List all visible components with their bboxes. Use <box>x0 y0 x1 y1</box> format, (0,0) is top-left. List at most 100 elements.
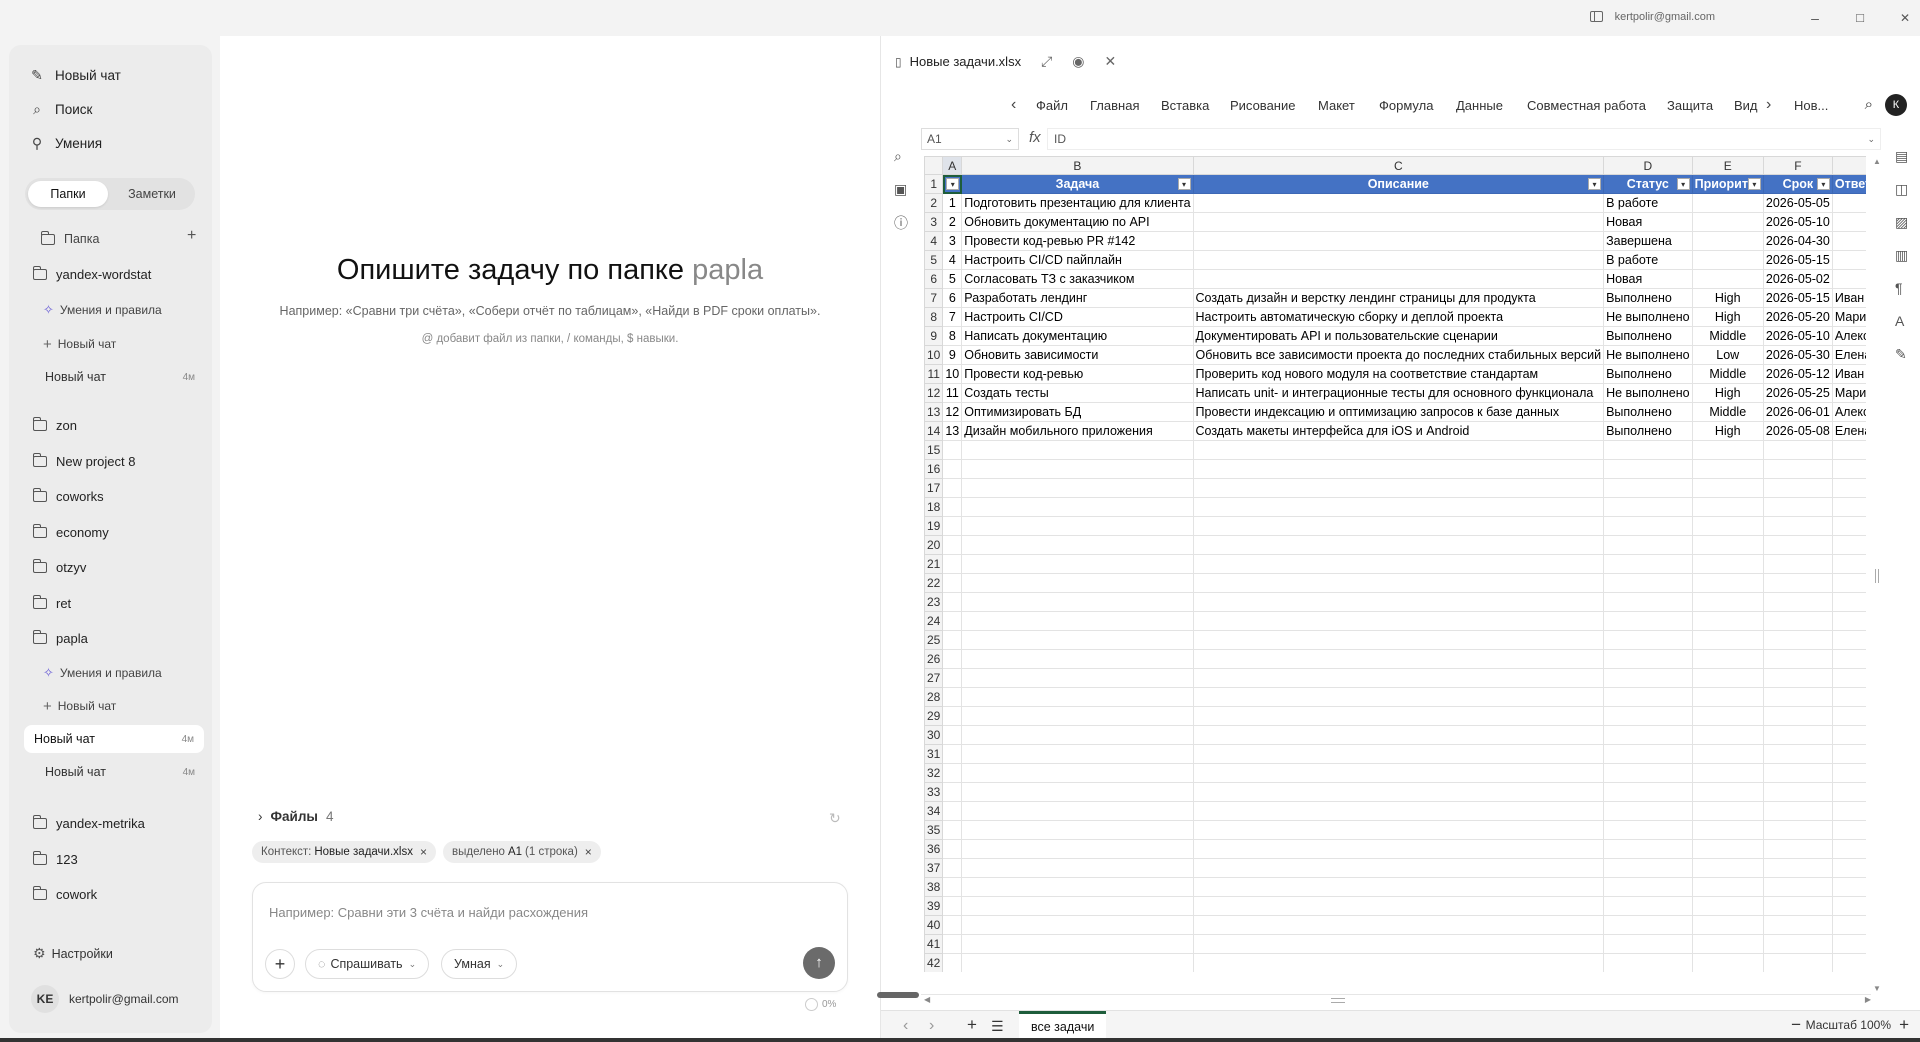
empty-cell[interactable] <box>1762 649 1833 669</box>
ribbon-file[interactable]: Файл <box>1036 98 1068 113</box>
empty-cell[interactable] <box>961 478 1194 498</box>
add-folder-button[interactable]: + <box>187 227 196 245</box>
empty-cell[interactable] <box>1192 535 1605 555</box>
maximize-button[interactable]: □ <box>1850 8 1870 28</box>
empty-cell[interactable] <box>942 953 963 972</box>
empty-cell[interactable] <box>1831 554 1866 574</box>
empty-cell[interactable] <box>1762 782 1833 802</box>
empty-cell[interactable] <box>1603 573 1693 593</box>
ribbon-protect[interactable]: Защита <box>1667 98 1713 113</box>
spellcheck-icon[interactable]: ▣ <box>894 181 907 198</box>
header-cell[interactable]: ID▾ <box>942 174 963 194</box>
empty-cell[interactable] <box>1762 611 1833 631</box>
ribbon-view[interactable]: Вид <box>1734 98 1758 113</box>
table-cell[interactable] <box>1691 193 1764 213</box>
empty-cell[interactable] <box>961 896 1194 916</box>
empty-cell[interactable] <box>961 497 1194 517</box>
toggle-panel-icon[interactable] <box>1590 11 1603 22</box>
papla-new-chat[interactable]: + Новый чат <box>43 696 116 716</box>
table-cell[interactable]: Написать unit- и интеграционные тесты дл… <box>1192 383 1605 403</box>
user-profile[interactable]: KE kertpolir@gmail.com <box>31 985 179 1013</box>
empty-cell[interactable] <box>1762 687 1833 707</box>
chevron-right-icon[interactable]: › <box>1766 96 1771 114</box>
empty-cell[interactable] <box>961 877 1194 897</box>
ribbon-formula[interactable]: Формула <box>1379 98 1433 113</box>
empty-cell[interactable] <box>1603 459 1693 479</box>
empty-cell[interactable] <box>961 687 1194 707</box>
row-number[interactable]: 40 <box>924 915 944 935</box>
close-window-button[interactable]: ✕ <box>1895 8 1915 28</box>
row-number[interactable]: 15 <box>924 440 944 460</box>
shape-settings-icon[interactable]: ◫ <box>1895 181 1908 198</box>
table-cell[interactable]: Оптимизировать БД <box>961 402 1194 422</box>
table-cell[interactable] <box>1192 231 1605 251</box>
table-cell[interactable]: Создать дизайн и верстку лендинг страниц… <box>1192 288 1605 308</box>
sheet-list-icon[interactable]: ☰ <box>991 1018 1004 1035</box>
empty-cell[interactable] <box>942 725 963 745</box>
table-cell[interactable]: 2026-04-30 <box>1762 231 1833 251</box>
empty-cell[interactable] <box>1762 877 1833 897</box>
table-cell[interactable]: 2 <box>942 212 963 232</box>
minimize-button[interactable]: – <box>1805 8 1825 28</box>
folder-coworks[interactable]: coworks <box>32 486 104 506</box>
empty-cell[interactable] <box>942 611 963 631</box>
empty-cell[interactable] <box>1603 497 1693 517</box>
empty-cell[interactable] <box>1691 725 1764 745</box>
empty-cell[interactable] <box>1603 687 1693 707</box>
empty-cell[interactable] <box>1691 934 1764 954</box>
empty-cell[interactable] <box>1831 915 1866 935</box>
empty-cell[interactable] <box>942 744 963 764</box>
formula-input[interactable]: ID ⌄ <box>1047 128 1881 150</box>
row-number[interactable]: 14 <box>924 421 944 441</box>
table-cell[interactable]: Мария <box>1831 383 1866 403</box>
close-icon[interactable]: ✕ <box>1105 53 1117 70</box>
folder-root[interactable]: Папка <box>40 229 99 249</box>
row-number[interactable]: 37 <box>924 858 944 878</box>
row-number[interactable]: 21 <box>924 554 944 574</box>
table-cell[interactable]: Завершена <box>1603 231 1693 251</box>
table-cell[interactable]: 8 <box>942 326 963 346</box>
empty-cell[interactable] <box>1762 858 1833 878</box>
empty-cell[interactable] <box>1192 744 1605 764</box>
empty-cell[interactable] <box>942 630 963 650</box>
empty-cell[interactable] <box>942 478 963 498</box>
folder-yandex-metrika[interactable]: yandex-metrika <box>32 813 145 833</box>
row-number[interactable]: 2 <box>924 193 944 213</box>
empty-cell[interactable] <box>942 801 963 821</box>
empty-cell[interactable] <box>1603 478 1693 498</box>
empty-cell[interactable] <box>1603 706 1693 726</box>
row-number[interactable]: 22 <box>924 573 944 593</box>
row-number[interactable]: 10 <box>924 345 944 365</box>
chat-item[interactable]: Новый чат 4м <box>35 363 205 391</box>
empty-cell[interactable] <box>1603 801 1693 821</box>
empty-cell[interactable] <box>942 915 963 935</box>
table-cell[interactable]: Дизайн мобильного приложения <box>961 421 1194 441</box>
empty-cell[interactable] <box>942 858 963 878</box>
table-cell[interactable]: 3 <box>942 231 963 251</box>
empty-cell[interactable] <box>1762 839 1833 859</box>
empty-cell[interactable] <box>1831 573 1866 593</box>
empty-cell[interactable] <box>1831 687 1866 707</box>
empty-cell[interactable] <box>1192 725 1605 745</box>
table-cell[interactable]: 2026-05-20 <box>1762 307 1833 327</box>
folder-new-project-8[interactable]: New project 8 <box>32 451 135 471</box>
ribbon-collab[interactable]: Совместная работа <box>1527 98 1646 113</box>
empty-cell[interactable] <box>1831 763 1866 783</box>
row-number[interactable]: 39 <box>924 896 944 916</box>
folder-ret[interactable]: ret <box>32 593 71 613</box>
table-cell[interactable]: Создать тесты <box>961 383 1194 403</box>
filter-dropdown-icon[interactable]: ▾ <box>1177 178 1191 190</box>
empty-cell[interactable] <box>1603 896 1693 916</box>
row-number[interactable]: 35 <box>924 820 944 840</box>
empty-cell[interactable] <box>1831 953 1866 972</box>
table-cell[interactable]: Настроить автоматическую сборку и деплой… <box>1192 307 1605 327</box>
ribbon-data[interactable]: Данные <box>1456 98 1503 113</box>
empty-cell[interactable] <box>1762 896 1833 916</box>
ribbon-home[interactable]: Главная <box>1090 98 1139 113</box>
row-number[interactable]: 3 <box>924 212 944 232</box>
chat-item-active[interactable]: Новый чат 4м <box>24 725 204 753</box>
empty-cell[interactable] <box>1831 744 1866 764</box>
ribbon-insert[interactable]: Вставка <box>1161 98 1209 113</box>
table-cell[interactable]: 2026-05-12 <box>1762 364 1833 384</box>
table-cell[interactable]: Провести код-ревью PR #142 <box>961 231 1194 251</box>
